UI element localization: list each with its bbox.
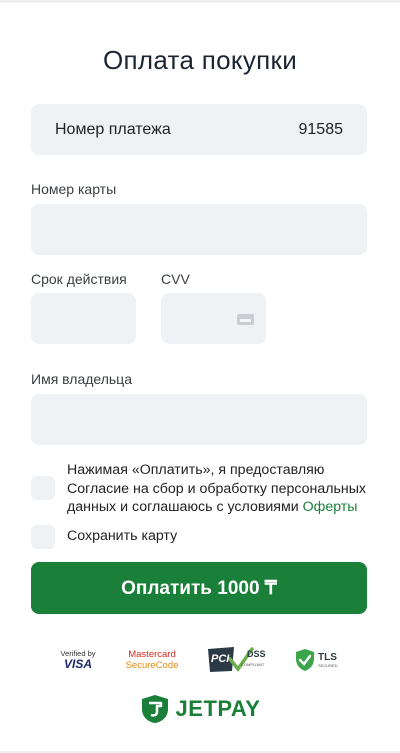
payment-number-row: Номер платежа 91585 [31,104,367,155]
compliant-text: COMPLIANT [241,662,265,667]
card-number-label: Номер карты [31,181,117,197]
shield-check-icon [296,649,314,671]
pay-button[interactable]: Оплатить 1000 ₸ [31,562,367,614]
holder-name-input[interactable] [31,394,367,445]
tls-secured-badge: TLS SECURED [295,645,341,675]
payment-number-value: 91585 [298,120,344,138]
payment-number-label: Номер платежа [55,120,171,138]
card-icon [237,314,254,325]
dss-text: DSS [247,649,266,659]
holder-name-label: Имя владельца [31,371,132,387]
pci-dss-badge: PCI DSS COMPLIANT [208,645,270,675]
pci-text: PCI [211,653,230,665]
card-number-input[interactable] [31,204,367,255]
save-card-label: Сохранить карту [67,528,178,544]
mastercard-securecode-badge: Mastercard SecureCode [121,645,183,675]
jetpay-wordmark: JETPAY [175,696,261,721]
tls-text: TLS [318,651,337,663]
consent-checkbox[interactable] [31,476,55,500]
offer-link[interactable]: Оферты [303,499,358,515]
jetpay-shield-icon [141,695,168,723]
securecode-text: SecureCode [125,660,179,671]
page-title: Оплата покупки [102,45,298,75]
top-divider [0,0,400,3]
mastercard-text: Mastercard [128,649,176,660]
jetpay-logo: JETPAY [0,694,400,724]
secured-text: SECURED [318,662,338,668]
verified-by-visa-badge: Verified by VISA [59,645,97,675]
consent-text: Нажимая «Оплатить», я предоставляю Согла… [67,461,377,517]
expiry-input[interactable] [31,293,136,344]
cvv-label: CVV [161,271,190,287]
visa-text: VISA [63,657,92,671]
save-card-checkbox[interactable] [31,525,55,549]
expiry-label: Срок действия [31,271,127,287]
